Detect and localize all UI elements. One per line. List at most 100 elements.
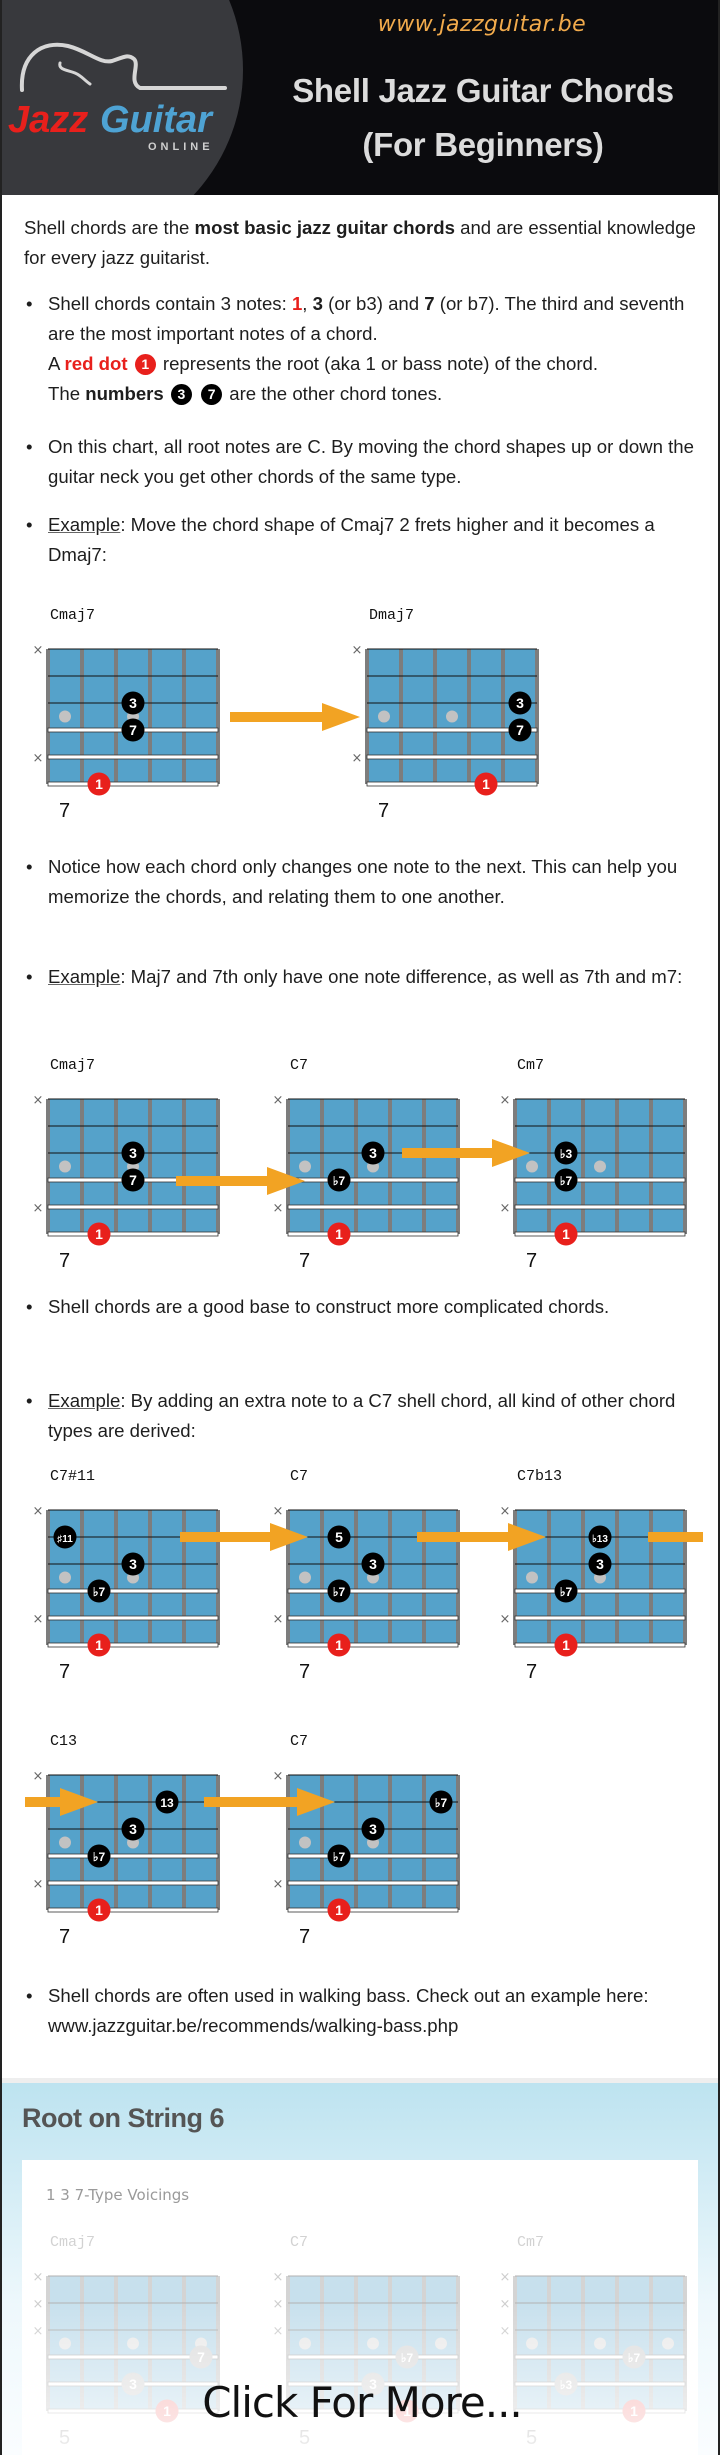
arrow-right-icon [204, 1788, 335, 1816]
string-6 [514, 1231, 686, 1237]
chord-tone-dot: ♭7 [87, 1579, 111, 1603]
fret-line [581, 1510, 585, 1645]
root-note-dot: 1 [554, 1633, 578, 1657]
page: Jazz Guitar ONLINE www.jazzguitar.be She… [0, 0, 720, 2455]
example-text: : Move the chord shape of Cmaj7 2 frets … [48, 514, 655, 565]
dot-label: 3 [596, 1556, 604, 1572]
chord-tone-dot: 7 [121, 718, 145, 742]
fret-line [467, 649, 471, 784]
arrow-right-icon [25, 1788, 98, 1816]
dot-label: 1 [95, 776, 103, 792]
example-text: : Maj7 and 7th only have one note differ… [120, 966, 683, 987]
fret-line [320, 1510, 324, 1645]
string-5 [366, 754, 538, 760]
position-marker [299, 1571, 311, 1584]
card-subtitle: 1 3 7-Type Voicings [46, 2186, 190, 2204]
arrow-right-icon [176, 1167, 305, 1195]
fret-line [354, 1775, 358, 1910]
muted-string-icon: × [352, 643, 363, 658]
fret-line [114, 1510, 118, 1645]
chord-name: C7 [290, 2234, 309, 2251]
site-url[interactable]: www.jazzguitar.be [280, 12, 684, 37]
chord-name: Cmaj7 [50, 607, 96, 624]
page-title-line1: Shell Jazz Guitar Chords [292, 72, 674, 109]
numbers-label: numbers [85, 383, 164, 404]
root-dot-icon: 1 [134, 354, 156, 375]
root-number: 1 [291, 293, 303, 314]
bullet-walking-bass[interactable]: Shell chords are often used in walking b… [26, 1981, 708, 2041]
position-marker [594, 1160, 606, 1173]
fret-line [433, 649, 437, 784]
string-5 [514, 1204, 686, 1210]
bullet-base: Shell chords are a good base to construc… [26, 1292, 708, 1322]
dot-label: ♭7 [333, 1585, 346, 1599]
jazzguitar-online-logo[interactable]: Jazz Guitar ONLINE [0, 0, 250, 195]
fret-line [148, 1775, 152, 1910]
string-6 [287, 1642, 459, 1648]
fret-line [80, 1510, 84, 1645]
string-6 [514, 1642, 686, 1648]
fret-line [148, 649, 152, 784]
muted-string-icon: × [273, 1877, 284, 1892]
intro-text: Shell chords are the [24, 217, 195, 238]
root-note-dot: 1 [327, 1633, 351, 1657]
position-marker [59, 1836, 71, 1849]
red-dot-label: red dot [64, 353, 128, 374]
string-6 [47, 1907, 219, 1913]
chord-name: Cm7 [517, 2234, 545, 2251]
muted-string-icon: × [33, 2270, 44, 2285]
root-note-dot: 1 [554, 1222, 578, 1246]
click-for-more-button[interactable]: Click For More... [2, 2378, 718, 2427]
dot-label: 1 [335, 1637, 343, 1653]
f-hole-icon [58, 61, 92, 86]
text: The [48, 383, 86, 404]
arrow-right-icon [230, 703, 360, 731]
text: represents the root (aka 1 or bass note)… [157, 353, 599, 374]
dot-label: ♭7 [560, 1174, 573, 1188]
chord-tone-dot: ♭7 [327, 1844, 351, 1868]
fret-line [581, 1099, 585, 1234]
chord-name: Cmaj7 [50, 2234, 96, 2251]
seventh-number: 7 [424, 293, 435, 314]
fret-line [80, 649, 84, 784]
muted-string-icon: × [273, 1612, 284, 1627]
start-fret-number: 7 [299, 1926, 311, 1948]
fret-line [388, 1099, 392, 1234]
arrow-right-icon [648, 1532, 703, 1542]
example-label: Example [48, 1390, 121, 1411]
string-5 [47, 1204, 219, 1210]
fret-line [46, 649, 50, 784]
text: Shell chords contain 3 notes: [48, 293, 292, 314]
dot-label: 3 [129, 1821, 137, 1837]
chord-tone-dot: 3 [361, 1817, 385, 1841]
string-4 [47, 1853, 219, 1859]
dot-label: 1 [335, 1902, 343, 1918]
fret-line [182, 1775, 186, 1910]
dot-label: ♭7 [333, 1850, 346, 1864]
fret-line [182, 649, 186, 784]
fret-line [501, 649, 505, 784]
chord-tone-dot: ♭7 [327, 1168, 351, 1192]
fret-line [114, 1099, 118, 1234]
intro-bold: most basic jazz guitar chords [194, 217, 455, 238]
dot-label: 3 [129, 1145, 137, 1161]
guitar-outline-icon [19, 42, 227, 92]
text: A [48, 353, 65, 374]
dot-label: 1 [335, 1226, 343, 1242]
fret-line [535, 649, 539, 784]
muted-string-icon: × [33, 1612, 44, 1627]
chord-tone-dot: ♭13 [588, 1525, 612, 1549]
muted-string-icon: × [273, 1769, 284, 1784]
root-note-dot: 1 [87, 1898, 111, 1922]
chord-name: C7 [290, 1468, 309, 1485]
fret-line [354, 1099, 358, 1234]
chord-tone-dot: 3 [588, 1552, 612, 1576]
muted-string-icon: × [500, 1093, 511, 1108]
start-fret-number: 7 [59, 1250, 71, 1272]
position-marker [59, 710, 71, 723]
chord-tone-dot: 3 [121, 1552, 145, 1576]
string-4 [287, 1853, 459, 1859]
dot-label: 7 [129, 722, 137, 738]
dot-label: ♭7 [560, 1585, 573, 1599]
root-note-dot: 1 [474, 772, 498, 796]
